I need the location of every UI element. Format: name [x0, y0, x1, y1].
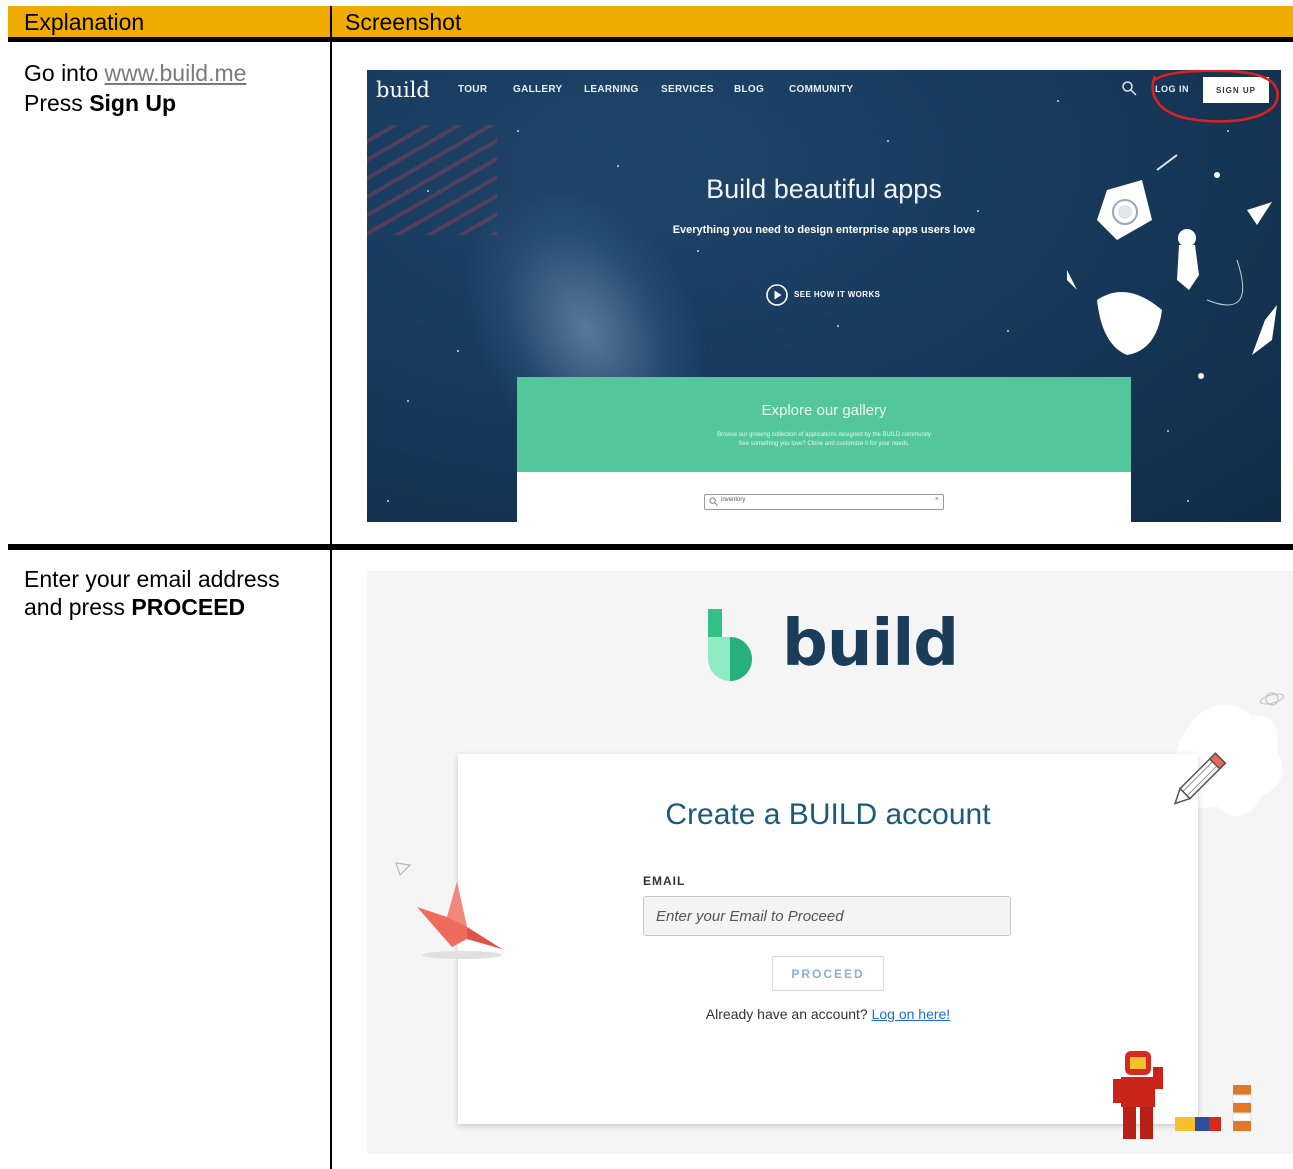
clear-icon[interactable]: × — [935, 496, 939, 503]
proceed-button[interactable]: PROCEED — [772, 956, 884, 991]
star — [1227, 130, 1229, 132]
search-value: inventory — [721, 497, 746, 503]
card-title: Create a BUILD account — [665, 798, 991, 831]
star — [1187, 500, 1189, 502]
gallery-search-input[interactable]: inventory × — [704, 494, 944, 510]
gallery-banner: Explore our gallery Browse our growing c… — [517, 377, 1131, 472]
star — [837, 325, 839, 327]
star — [617, 165, 619, 167]
gallery-search-panel: inventory × — [517, 472, 1131, 522]
step1-line1: Go into www.build.me — [24, 60, 247, 86]
star — [407, 400, 409, 402]
email-label: EMAIL — [643, 874, 686, 888]
step2-line1: Enter your email address — [24, 566, 280, 592]
step2-explanation: Enter your email address and press PROCE… — [24, 565, 280, 621]
nav-tour[interactable]: TOUR — [458, 84, 487, 95]
search-icon[interactable] — [1121, 80, 1137, 96]
search-icon — [709, 497, 718, 506]
build-homepage-screenshot: build TOUR GALLERY LEARNING SERVICES BLO… — [367, 70, 1281, 522]
build-logo-icon — [708, 609, 752, 681]
column-header-screenshot: Screenshot — [345, 9, 462, 35]
nav-services[interactable]: SERVICES — [661, 84, 714, 95]
step2-action: PROCEED — [131, 594, 246, 620]
planet-icon — [1259, 692, 1285, 706]
star — [517, 130, 519, 132]
pencil-icon — [1173, 752, 1227, 805]
star — [457, 350, 459, 352]
lego-bricks-illustration — [1175, 1085, 1252, 1131]
step2-line2: and press PROCEED — [24, 594, 246, 620]
step1-action: Sign Up — [89, 90, 177, 116]
star — [977, 210, 979, 212]
build-brand: build — [782, 607, 959, 681]
create-account-card: Create a BUILD account EMAIL PROCEED Alr… — [458, 754, 1198, 1124]
star — [887, 140, 889, 142]
origami-bird-illustration — [417, 882, 502, 959]
gallery-description-line1: Browse our growing collection of applica… — [717, 432, 931, 438]
star — [1057, 100, 1059, 102]
email-input[interactable] — [643, 896, 1011, 936]
nav-blog[interactable]: BLOG — [734, 84, 764, 95]
header-divider — [8, 37, 1293, 42]
lego-astronaut-illustration — [1113, 1051, 1163, 1139]
table-header-bar — [8, 6, 1293, 38]
step1-explanation: Go into www.build.me Press Sign Up — [24, 58, 246, 118]
nav-learning[interactable]: LEARNING — [584, 84, 639, 95]
build-logo[interactable]: build — [376, 78, 430, 102]
triangle-decoration — [395, 862, 412, 877]
row-divider — [8, 544, 1293, 550]
gallery-title: Explore our gallery — [761, 402, 887, 419]
star — [1007, 330, 1009, 332]
star — [697, 250, 699, 252]
nav-gallery[interactable]: GALLERY — [513, 84, 563, 95]
create-account-screenshot: build Create a BUILD account EMAIL PROCE… — [367, 571, 1293, 1154]
star — [387, 500, 389, 502]
nav-community[interactable]: COMMUNITY — [789, 84, 853, 95]
gallery-description-line2: See something you love? Clone and custom… — [738, 441, 910, 447]
column-divider — [330, 6, 332, 1169]
build-me-link[interactable]: www.build.me — [105, 60, 247, 86]
see-how-it-works-link[interactable]: SEE HOW IT WORKS — [794, 290, 880, 299]
log-on-here-link[interactable]: Log on here! — [872, 1006, 951, 1022]
highlight-circle — [1151, 70, 1279, 123]
step1-line2: Press Sign Up — [24, 90, 177, 116]
column-header-explanation: Explanation — [24, 9, 145, 35]
play-icon[interactable] — [766, 284, 788, 306]
login-prompt: Already have an account? Log on here! — [705, 1006, 951, 1022]
